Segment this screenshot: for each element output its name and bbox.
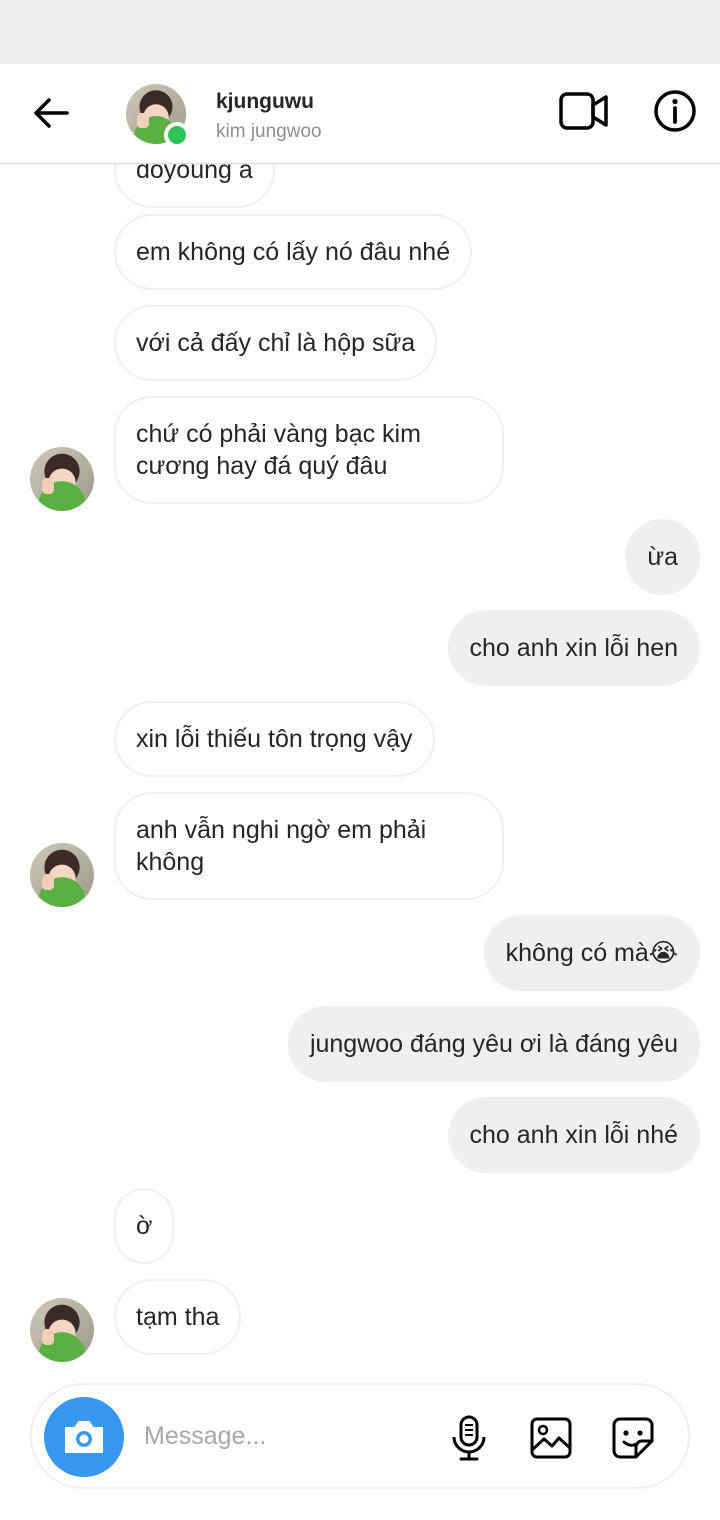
message-bubble-incoming[interactable]: anh vẫn nghi ngờ em phải không [114,792,504,900]
sender-avatar[interactable] [30,843,94,907]
back-arrow-icon [34,98,69,128]
message-bubble-outgoing[interactable]: ừa [625,519,700,595]
message-bubble-incoming[interactable]: em không có lấy nó đâu nhé [114,214,473,290]
video-call-icon [559,92,608,130]
message-bubble-outgoing[interactable]: không có mà😭 [483,915,700,991]
message-thread[interactable]: doyoung a em không có lấy nó đâu nhé với… [0,164,720,1380]
camera-button[interactable] [44,1397,124,1477]
video-call-button[interactable] [556,86,612,136]
info-button[interactable] [650,86,700,136]
message-bubble-outgoing[interactable]: cho anh xin lỗi nhé [447,1097,700,1173]
sticker-button[interactable] [608,1413,658,1463]
gallery-button[interactable] [526,1413,576,1463]
chat-header: kjunguwu kim jungwoo [0,64,720,164]
gallery-icon [530,1417,572,1459]
message-bubble-incoming[interactable]: tạm tha [114,1279,242,1355]
info-icon [654,90,696,132]
back-button[interactable] [26,88,76,138]
message-bubble-outgoing[interactable]: jungwoo đáng yêu ơi là đáng yêu [287,1006,700,1082]
sender-avatar[interactable] [30,447,94,511]
message-bubble-outgoing[interactable]: cho anh xin lỗi hen [447,610,700,686]
contact-username[interactable]: kjunguwu [216,90,314,114]
message-composer [30,1383,690,1489]
message-bubble-incoming[interactable]: chứ có phải vàng bạc kim cương hay đá qu… [114,396,504,504]
microphone-icon [452,1415,486,1461]
sender-avatar[interactable] [30,1298,94,1362]
message-bubble-incoming[interactable]: với cả đấy chỉ là hộp sữa [114,305,438,381]
message-bubble-incoming[interactable]: xin lỗi thiếu tôn trọng vậy [114,701,435,777]
online-status-dot [164,122,190,148]
contact-fullname: kim jungwoo [216,121,322,142]
status-bar [0,0,720,64]
message-bubble-incoming[interactable]: doyoung a [114,164,275,208]
message-bubble-incoming[interactable]: ờ [114,1188,175,1264]
voice-message-button[interactable] [444,1413,494,1463]
camera-icon [65,1421,103,1453]
sticker-icon [612,1417,654,1459]
message-input[interactable] [144,1413,424,1459]
